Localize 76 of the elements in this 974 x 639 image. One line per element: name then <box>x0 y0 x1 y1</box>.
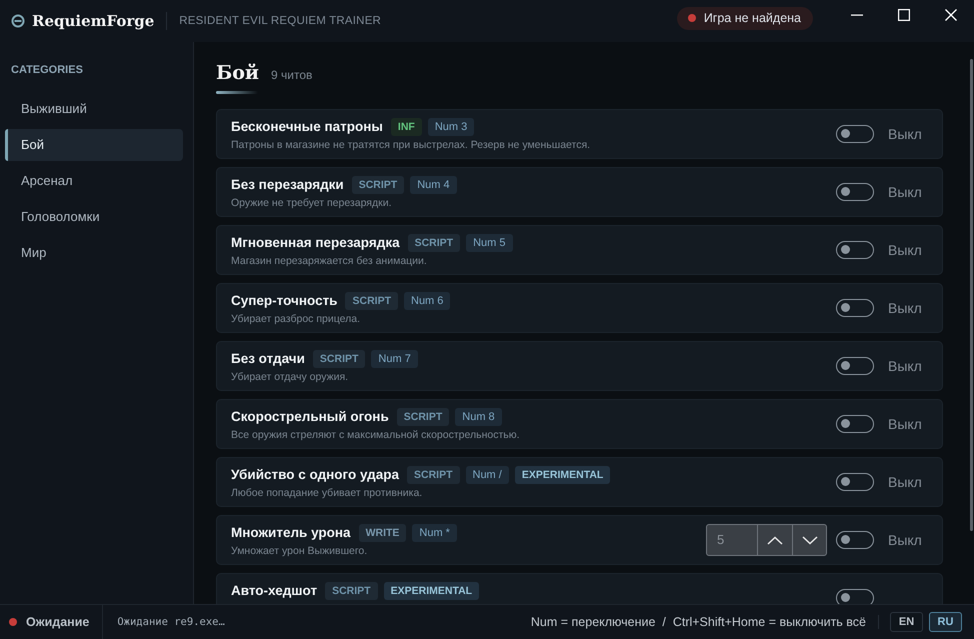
script-tag: SCRIPT <box>352 176 404 194</box>
toggle-switch[interactable] <box>836 241 874 259</box>
hotkey-tag: Num 6 <box>404 292 450 310</box>
hotkey-tag: Num 5 <box>466 234 513 252</box>
toggle-state-label: Выкл <box>888 242 923 258</box>
toggle-switch[interactable] <box>836 357 874 375</box>
chevron-up-icon <box>767 536 783 544</box>
toggle-switch[interactable] <box>836 183 874 201</box>
sidebar-item[interactable]: Мир <box>5 237 183 269</box>
language-button[interactable]: EN <box>890 612 923 632</box>
maximize-icon <box>898 9 910 21</box>
sidebar-item[interactable]: Арсенал <box>5 165 183 197</box>
close-icon <box>944 9 956 21</box>
cheat-count: 9 читов <box>271 68 312 82</box>
toggle-state-label: Выкл <box>888 532 923 548</box>
toggle-switch[interactable] <box>836 415 874 433</box>
toggle-state-label: Выкл <box>888 358 923 374</box>
cheat-name: Супер-точность <box>231 293 338 309</box>
sidebar-item[interactable]: Бой <box>5 129 183 161</box>
cheat-name: Без перезарядки <box>231 177 344 193</box>
cheat-name: Бесконечные патроны <box>231 119 383 135</box>
cheat-description: Умножает урон Выжившего. <box>231 545 368 557</box>
cheat-description: Убирает разброс прицела. <box>231 313 361 325</box>
cheat-description: Оружие не требует перезарядки. <box>231 197 392 209</box>
game-status-badge: Игра не найдена <box>676 6 813 30</box>
sidebar-item[interactable]: Выживший <box>5 93 183 125</box>
cheat-name: Скорострельный огонь <box>231 409 389 425</box>
cheat-name: Множитель урона <box>231 525 351 541</box>
cheat-name: Убийство с одного удара <box>231 467 399 483</box>
hotkey-tag: Num 3 <box>428 118 474 136</box>
toggle-state-label: Выкл <box>888 184 923 200</box>
cheat-description: Любое попадание убивает противника. <box>231 487 424 499</box>
toggle-switch[interactable] <box>836 299 874 317</box>
hotkey-hint: Num = переключение / Ctrl+Shift+Home = выключить всё <box>530 615 879 629</box>
cheat-name: Без отдачи <box>231 351 305 367</box>
toggle-state-label: Выкл <box>888 474 923 490</box>
toggle-state-label: Выкл <box>888 416 923 432</box>
status-dot-icon <box>9 618 17 626</box>
toggle-state-label: Выкл <box>888 126 923 142</box>
script-tag: SCRIPT <box>406 466 460 484</box>
toggle-switch[interactable] <box>836 531 874 549</box>
logo-icon <box>11 14 25 28</box>
language-button[interactable]: RU <box>929 612 962 632</box>
sidebar-heading: CATEGORIES <box>11 64 84 76</box>
sidebar-item[interactable]: Головоломки <box>5 201 183 233</box>
toggle-state-label: Выкл <box>888 300 923 316</box>
app-subtitle: RESIDENT EVIL REQUIEM TRAINER <box>179 15 382 27</box>
toggle-switch[interactable] <box>836 473 874 491</box>
inf-tag: INF <box>390 118 422 136</box>
chevron-down-icon <box>802 536 818 544</box>
app-name: RequiemForge <box>32 12 154 30</box>
title-underline <box>216 91 258 94</box>
hotkey-tag: Num 7 <box>371 350 418 368</box>
write-tag: WRITE <box>358 524 406 542</box>
section-title: Бой <box>216 62 260 84</box>
experimental-tag: EXPERIMENTAL <box>514 466 610 484</box>
cheat-description: Патроны в магазине не тратятся при выстрелах. Резерв не уменьшается. <box>231 139 592 151</box>
script-tag: SCRIPT <box>325 582 378 600</box>
cheat-description: Убирает отдачу оружия. <box>231 371 350 383</box>
hotkey-tag: Num * <box>412 524 457 542</box>
script-tag: SCRIPT <box>396 408 450 426</box>
hotkey-tag: Num / <box>466 466 509 484</box>
cheat-name: Авто-хедшот <box>231 583 318 599</box>
experimental-tag: EXPERIMENTAL <box>384 582 480 600</box>
cheat-name: Мгновенная перезарядка <box>231 235 400 251</box>
script-tag: SCRIPT <box>408 234 460 252</box>
hotkey-tag: Num 8 <box>455 408 502 426</box>
cheat-description: Все оружия стреляют с максимальной скорострельностью. <box>231 429 521 441</box>
toggle-switch[interactable] <box>836 125 874 143</box>
script-tag: SCRIPT <box>345 292 398 310</box>
status-label: Ожидание <box>26 615 90 629</box>
script-tag: SCRIPT <box>312 350 366 368</box>
hotkey-tag: Num 4 <box>410 176 457 194</box>
status-log: Ожидание re9.exe… <box>117 616 225 628</box>
scrollbar[interactable] <box>970 59 973 531</box>
cheat-description: Магазин перезаряжается без анимации. <box>231 255 428 267</box>
